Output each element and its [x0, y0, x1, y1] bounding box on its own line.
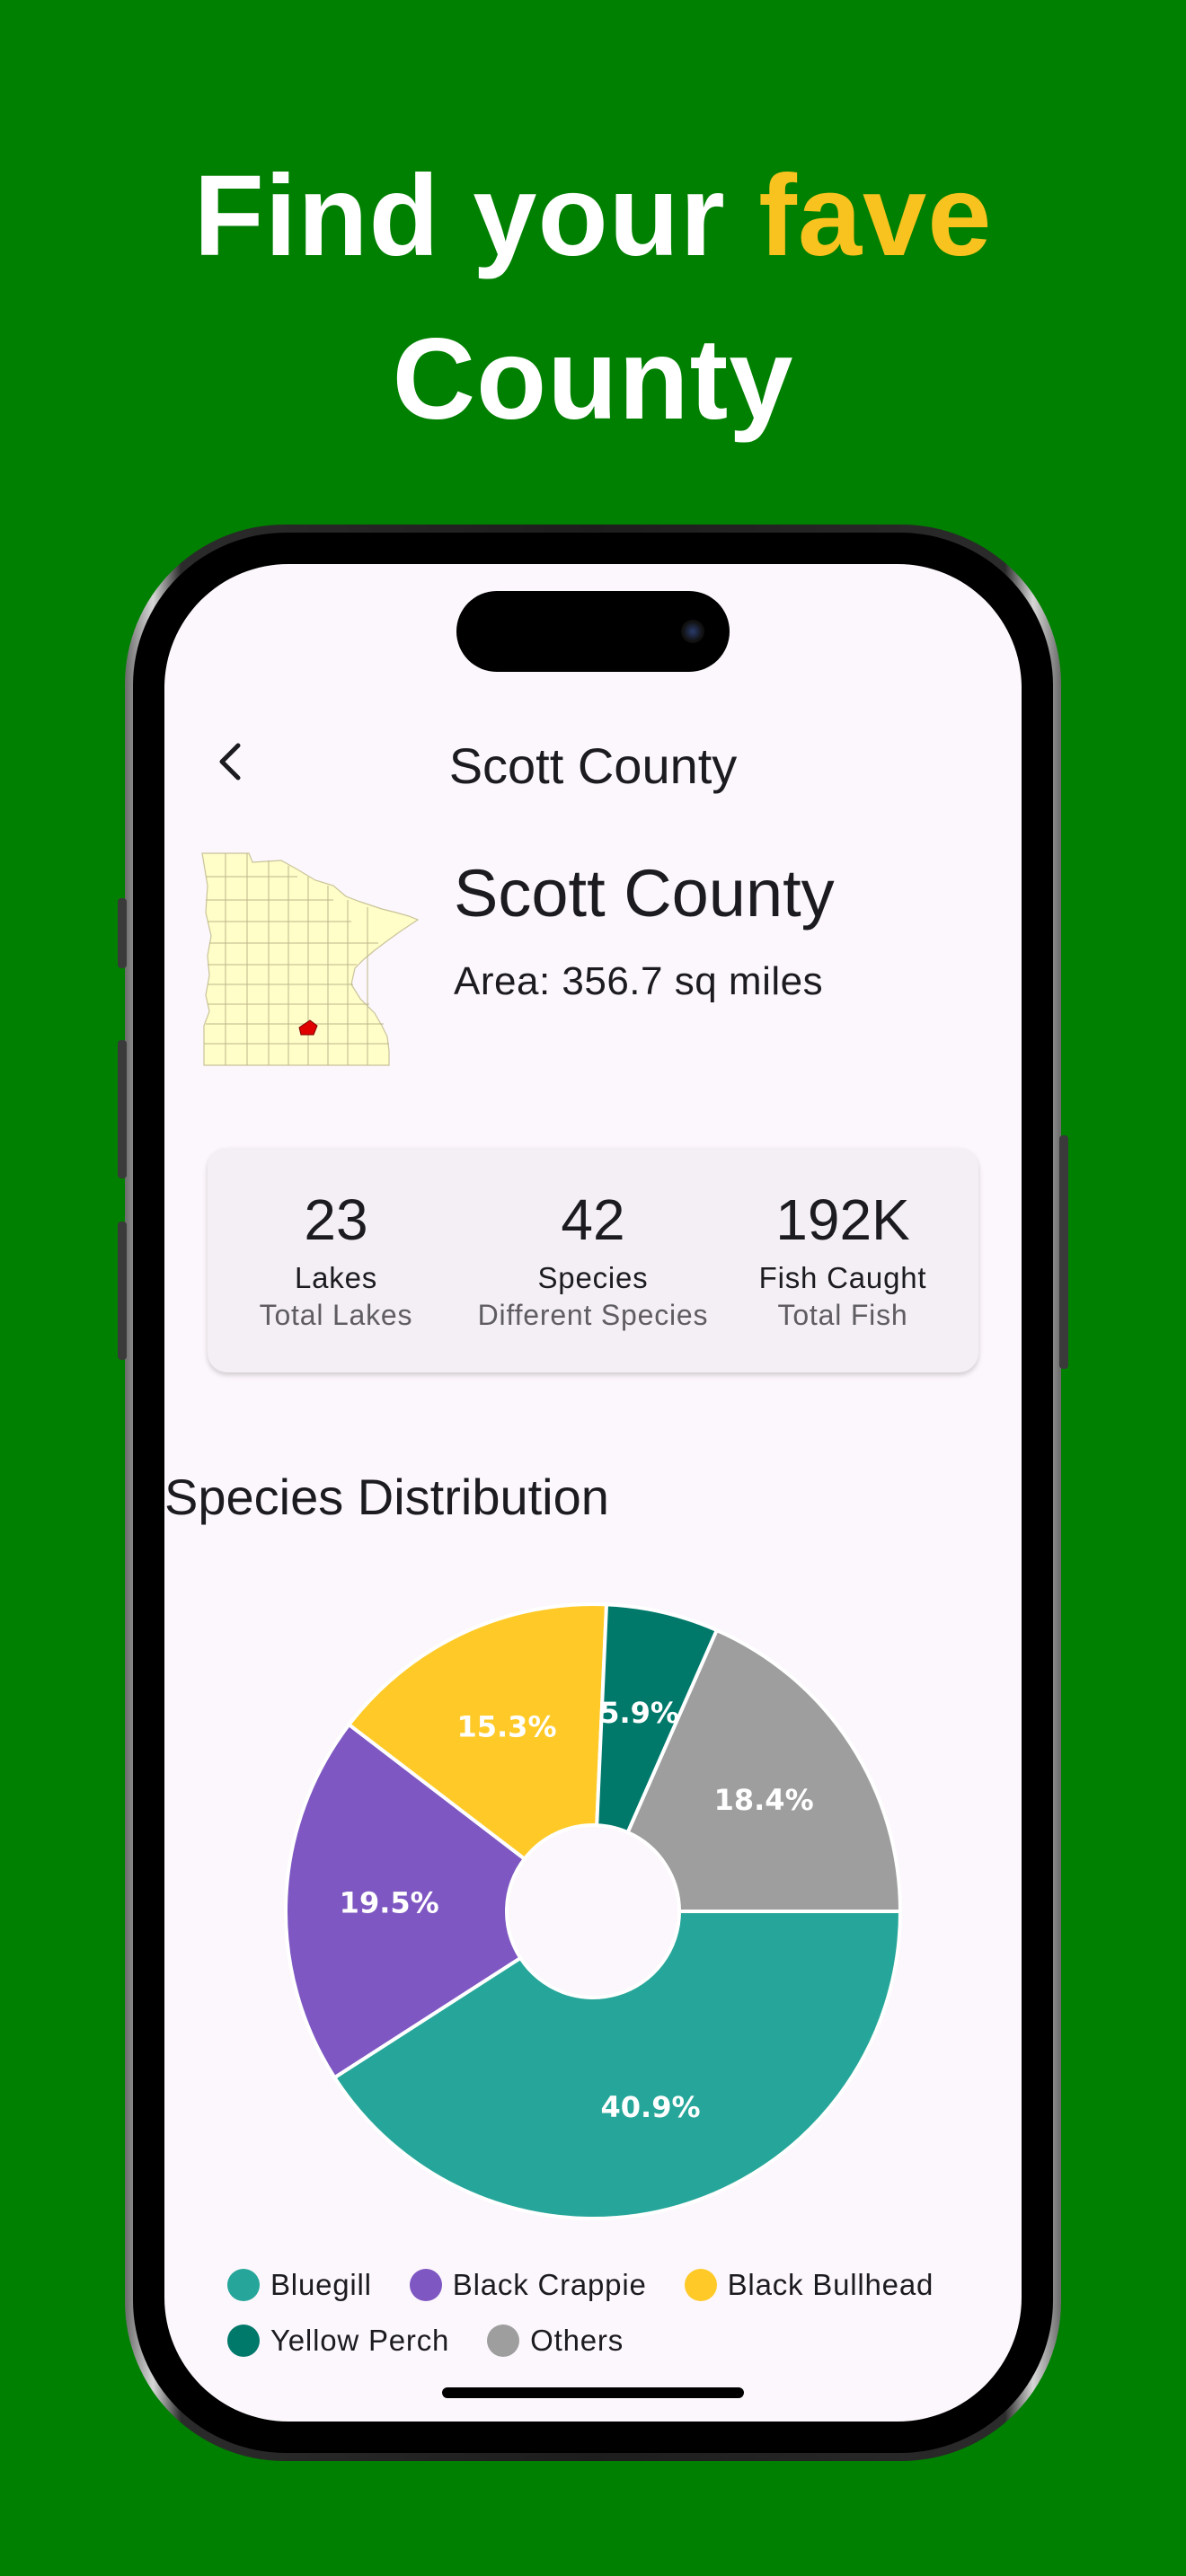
phone-power-button — [1059, 1135, 1068, 1369]
legend-swatch — [227, 2269, 260, 2301]
stat-label: Fish Caught — [758, 1261, 927, 1294]
legend-label: Yellow Perch — [270, 2324, 450, 2357]
dynamic-island — [456, 591, 730, 672]
stat-lakes: 23 Lakes Total Lakes — [208, 1187, 465, 1332]
section-title: Species Distribution — [164, 1469, 609, 1525]
chart-legend: Bluegill Black Crappie Black Bullhead Ye… — [227, 2257, 1000, 2369]
legend-label: Others — [530, 2324, 624, 2357]
legend-row: Yellow Perch Others — [227, 2313, 1000, 2369]
stat-subtitle: Total Fish — [777, 1299, 908, 1331]
phone-volume-up-button — [118, 1040, 127, 1178]
stat-label: Species — [537, 1261, 649, 1294]
stat-species: 42 Species Different Species — [465, 1187, 721, 1332]
legend-item-yellow-perch: Yellow Perch — [227, 2324, 449, 2358]
stats-card: 23 Lakes Total Lakes 42 Species Differen… — [208, 1148, 978, 1372]
headline-line-1: Find your fave — [0, 135, 1186, 298]
legend-label: Bluegill — [270, 2268, 372, 2301]
home-indicator — [442, 2387, 744, 2398]
pie-data-label: 19.5% — [340, 1886, 439, 1920]
stat-label: Lakes — [294, 1261, 378, 1294]
pie-data-label: 15.3% — [456, 1709, 556, 1743]
county-area: Area: 356.7 sq miles — [454, 959, 824, 1003]
species-pie-chart: 40.9% 19.5% 15.3% 5.9% 18.4% — [284, 1602, 903, 2220]
legend-label: Black Bullhead — [727, 2268, 934, 2301]
legend-swatch — [227, 2325, 260, 2357]
legend-item-bluegill: Bluegill — [227, 2268, 372, 2302]
app-screen: Scott County Scott County Area: 356.7 sq… — [164, 564, 1022, 2422]
stat-subtitle: Different Species — [477, 1299, 709, 1331]
promo-headline: Find your fave County — [0, 135, 1186, 462]
legend-item-black-crappie: Black Crappie — [409, 2268, 647, 2302]
phone-action-button — [118, 898, 127, 968]
page-title: Scott County — [448, 737, 738, 794]
legend-item-others: Others — [487, 2324, 624, 2358]
legend-item-black-bullhead: Black Bullhead — [684, 2268, 934, 2302]
stat-value: 23 — [304, 1187, 368, 1252]
legend-label: Black Crappie — [452, 2268, 647, 2301]
stat-fish-caught: 192K Fish Caught Total Fish — [714, 1187, 971, 1332]
phone-volume-down-button — [118, 1222, 127, 1360]
stat-value: 192K — [775, 1187, 910, 1252]
county-locator-map — [201, 852, 420, 1066]
pie-data-label: 18.4% — [714, 1783, 814, 1817]
headline-text: Find your — [193, 152, 759, 280]
headline-accent-text: fave — [758, 152, 993, 280]
county-name: Scott County — [454, 856, 835, 931]
pie-data-label: 40.9% — [601, 2090, 701, 2124]
legend-swatch — [684, 2269, 717, 2301]
legend-swatch — [487, 2325, 520, 2357]
stat-value: 42 — [561, 1187, 625, 1252]
pie-data-label: 5.9% — [599, 1696, 679, 1730]
camera-icon — [681, 620, 704, 643]
legend-row: Bluegill Black Crappie Black Bullhead — [227, 2257, 1000, 2313]
stat-subtitle: Total Lakes — [259, 1299, 413, 1331]
legend-swatch — [409, 2269, 442, 2301]
headline-line-2: County — [392, 315, 794, 444]
app-bar: Scott County — [164, 717, 1022, 807]
